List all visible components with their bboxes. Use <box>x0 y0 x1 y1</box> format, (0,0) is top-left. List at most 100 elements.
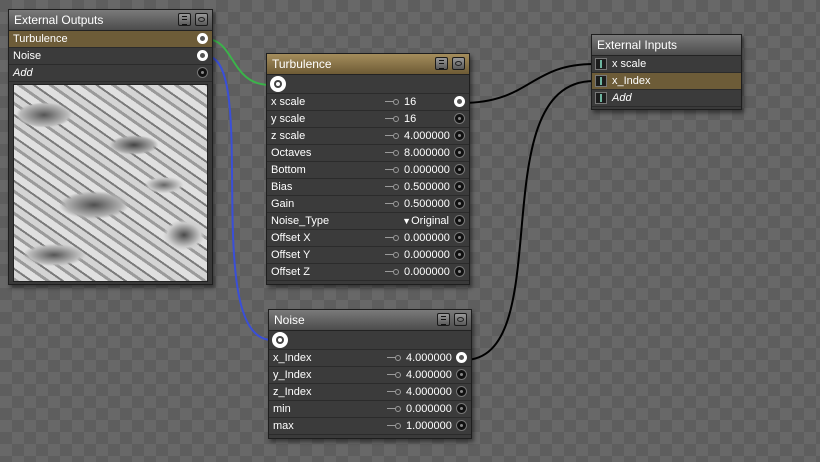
input-row-x-index[interactable]: x_Index <box>592 73 741 90</box>
param-row[interactable]: Noise_Type ▼Original <box>267 213 469 230</box>
param-label: min <box>273 403 291 415</box>
key-icon[interactable] <box>385 252 399 258</box>
param-row[interactable]: Bottom 0.000000 <box>267 162 469 179</box>
param-value[interactable]: 4.000000 <box>406 384 452 400</box>
input-port-icon[interactable] <box>454 232 465 243</box>
menu-icon[interactable] <box>178 13 191 26</box>
add-port-icon[interactable] <box>197 67 208 78</box>
input-port-icon[interactable] <box>456 386 467 397</box>
param-row[interactable]: Gain 0.500000 <box>267 196 469 213</box>
key-icon[interactable] <box>385 99 399 105</box>
param-value[interactable]: 0.500000 <box>404 196 450 212</box>
input-port-icon[interactable] <box>454 164 465 175</box>
node-output-port-icon[interactable] <box>270 76 286 92</box>
output-port-icon[interactable] <box>197 33 208 44</box>
key-icon[interactable] <box>387 389 401 395</box>
input-port-icon[interactable] <box>454 130 465 141</box>
output-row-add[interactable]: Add <box>9 65 212 82</box>
node-output-port-icon[interactable] <box>272 332 288 348</box>
input-row-add[interactable]: Add <box>592 90 741 107</box>
param-value[interactable]: 4.000000 <box>406 350 452 366</box>
output-row-noise[interactable]: Noise <box>9 48 212 65</box>
dropdown-arrow-icon[interactable]: ▼ <box>402 216 411 226</box>
turbulence-node[interactable]: Turbulence x scale 16 y scale 16 z scale 4.00… <box>266 53 470 285</box>
param-label: z scale <box>271 130 306 142</box>
param-row[interactable]: z scale 4.000000 <box>267 128 469 145</box>
input-port-icon[interactable] <box>456 420 467 431</box>
input-port-icon[interactable] <box>454 113 465 124</box>
key-icon[interactable] <box>387 355 401 361</box>
external-inputs-node[interactable]: External Inputs x scale x_Index Add <box>591 34 742 110</box>
external-outputs-header[interactable]: External Outputs <box>9 10 212 31</box>
param-row[interactable]: y scale 16 <box>267 111 469 128</box>
connected-input-port-icon[interactable] <box>456 352 467 363</box>
menu-icon[interactable] <box>435 57 448 70</box>
param-value[interactable]: 4.000000 <box>406 367 452 383</box>
input-port-icon[interactable] <box>454 181 465 192</box>
key-icon[interactable] <box>385 201 399 207</box>
param-value[interactable]: 0.000000 <box>404 247 450 263</box>
noise-node[interactable]: Noise x_Index 4.000000 y_Index 4.000000 z_In… <box>268 309 472 439</box>
noise-type-dropdown[interactable]: ▼Original <box>402 213 449 229</box>
wire-noise-output[interactable] <box>205 55 273 341</box>
eye-icon[interactable] <box>195 13 208 26</box>
input-port-icon[interactable] <box>454 249 465 260</box>
param-value[interactable]: 0.000000 <box>404 264 450 280</box>
param-value[interactable]: 4.000000 <box>404 128 450 144</box>
key-icon[interactable] <box>385 167 399 173</box>
key-icon[interactable] <box>387 372 401 378</box>
key-icon[interactable] <box>385 133 399 139</box>
connected-input-port-icon[interactable] <box>454 96 465 107</box>
param-value[interactable]: 1.000000 <box>406 418 452 434</box>
input-port-icon[interactable] <box>595 58 607 70</box>
input-row-x-scale[interactable]: x scale <box>592 56 741 73</box>
param-value[interactable]: 0.000000 <box>406 401 452 417</box>
input-port-icon[interactable] <box>454 215 465 226</box>
param-value[interactable]: 8.000000 <box>404 145 450 161</box>
param-row[interactable]: Offset X 0.000000 <box>267 230 469 247</box>
key-icon[interactable] <box>385 184 399 190</box>
key-icon[interactable] <box>385 235 399 241</box>
turbulence-output-row[interactable] <box>267 75 469 94</box>
param-value[interactable]: 0.000000 <box>404 162 450 178</box>
input-port-icon[interactable] <box>456 403 467 414</box>
external-outputs-node[interactable]: External Outputs Turbulence Noise Add <box>8 9 213 285</box>
key-icon[interactable] <box>385 116 399 122</box>
turbulence-header[interactable]: Turbulence <box>267 54 469 75</box>
param-row[interactable]: Bias 0.500000 <box>267 179 469 196</box>
input-port-icon[interactable] <box>454 266 465 277</box>
dropdown-value: Original <box>411 215 449 227</box>
param-row[interactable]: Octaves 8.000000 <box>267 145 469 162</box>
key-icon[interactable] <box>387 423 401 429</box>
param-row[interactable]: Offset Z 0.000000 <box>267 264 469 281</box>
input-port-icon[interactable] <box>454 198 465 209</box>
output-row-turbulence[interactable]: Turbulence <box>9 31 212 48</box>
param-row[interactable]: x_Index 4.000000 <box>269 350 471 367</box>
key-icon[interactable] <box>387 406 401 412</box>
param-value[interactable]: 0.500000 <box>404 179 450 195</box>
preview-toggle-icon[interactable] <box>452 57 465 70</box>
noise-output-row[interactable] <box>269 331 471 350</box>
output-port-icon[interactable] <box>197 50 208 61</box>
noise-header[interactable]: Noise <box>269 310 471 331</box>
input-port-icon[interactable] <box>595 75 607 87</box>
menu-icon[interactable] <box>437 313 450 326</box>
param-row[interactable]: min 0.000000 <box>269 401 471 418</box>
preview-toggle-icon[interactable] <box>454 313 467 326</box>
param-row[interactable]: z_Index 4.000000 <box>269 384 471 401</box>
wire-turbulence-output[interactable] <box>205 38 271 86</box>
param-row[interactable]: Offset Y 0.000000 <box>267 247 469 264</box>
key-icon[interactable] <box>385 150 399 156</box>
param-value[interactable]: 0.000000 <box>404 230 450 246</box>
input-port-icon[interactable] <box>454 147 465 158</box>
param-value[interactable]: 16 <box>404 94 416 110</box>
external-inputs-header[interactable]: External Inputs <box>592 35 741 56</box>
param-row[interactable]: max 1.000000 <box>269 418 471 435</box>
param-row[interactable]: y_Index 4.000000 <box>269 367 471 384</box>
param-row[interactable]: x scale 16 <box>267 94 469 111</box>
input-port-icon[interactable] <box>456 369 467 380</box>
wire-x-index[interactable] <box>463 80 595 361</box>
add-input-port-icon[interactable] <box>595 92 607 104</box>
param-value[interactable]: 16 <box>404 111 416 127</box>
key-icon[interactable] <box>385 269 399 275</box>
